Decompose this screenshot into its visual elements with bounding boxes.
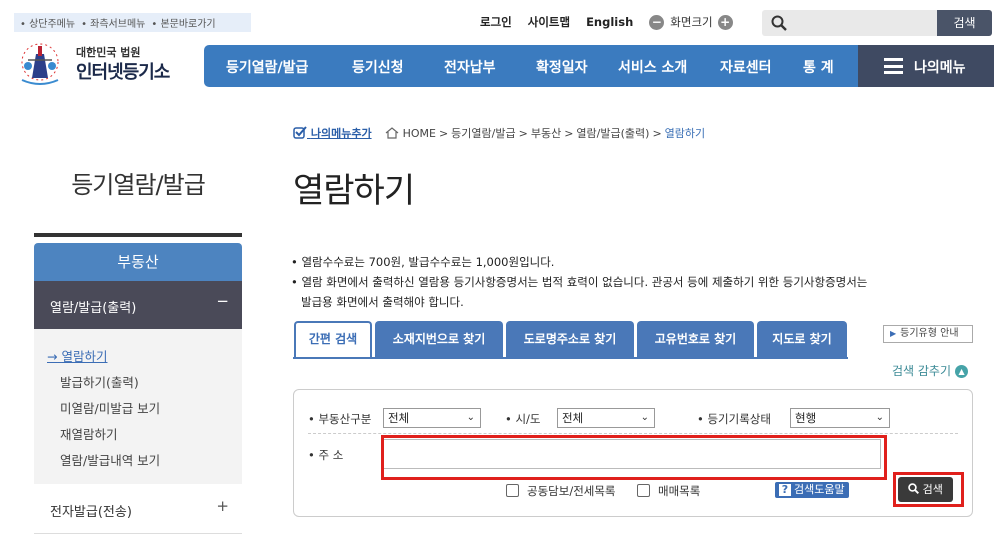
court-emblem-icon bbox=[21, 43, 59, 85]
breadcrumb: 나의메뉴추가 HOME > 등기열람/발급 > 부동산 > 열람/발급(출력) … bbox=[293, 125, 705, 141]
breadcrumb-separator: > bbox=[438, 126, 449, 140]
top-search-box: 검색 bbox=[762, 10, 992, 36]
english-link[interactable]: English bbox=[586, 15, 633, 29]
question-icon: ? bbox=[779, 484, 791, 496]
lnb-section-view-issue[interactable]: 열람/발급(출력) − bbox=[34, 281, 242, 329]
gnb-item-registry-view[interactable]: 등기열람/발급 bbox=[226, 57, 308, 77]
collapse-icon[interactable]: − bbox=[216, 292, 229, 310]
registry-type-guide-button[interactable]: ▶ 등기유형 안내 bbox=[883, 325, 973, 343]
chevron-down-icon: ⌄ bbox=[875, 412, 884, 423]
lnb-submenu: → 열람하기 발급하기(출력) 미열람/미발급 보기 재열람하기 열람/발급내역… bbox=[34, 329, 242, 484]
note-item-continued: 발급용 화면에서 출력해야 합니다. bbox=[301, 295, 464, 309]
record-status-label: • 등기기록상태 bbox=[697, 412, 771, 426]
sitemap-link[interactable]: 사이트맵 bbox=[528, 14, 570, 30]
property-type-select[interactable]: 전체 ⌄ bbox=[383, 408, 481, 428]
lnb-section2-label: 전자발급(전송) bbox=[50, 505, 132, 520]
hamburger-icon bbox=[884, 58, 903, 74]
add-my-menu-link[interactable]: 나의메뉴추가 bbox=[293, 125, 372, 141]
lnb-item-history[interactable]: 열람/발급내역 보기 bbox=[60, 450, 160, 469]
breadcrumb-separator: > bbox=[652, 126, 662, 140]
home-icon bbox=[385, 127, 398, 139]
gnb-item-statistics[interactable]: 통 계 bbox=[803, 57, 834, 77]
chevron-down-icon: ⌄ bbox=[466, 412, 475, 423]
region-select[interactable]: 전체 ⌄ bbox=[557, 408, 655, 428]
top-search-button[interactable]: 검색 bbox=[937, 10, 992, 36]
arrow-icon: → bbox=[47, 349, 58, 364]
note-item: • 열람 화면에서 출력하신 열람용 등기사항증명서는 법적 효력이 없습니다.… bbox=[291, 275, 868, 289]
font-size-label: 화면크기 bbox=[670, 15, 713, 29]
skip-link-sub-menu[interactable]: • 좌측서브메뉴 bbox=[81, 15, 145, 30]
expand-icon[interactable]: + bbox=[216, 497, 229, 515]
address-highlight-box bbox=[381, 435, 887, 480]
lnb-divider bbox=[34, 233, 242, 237]
form-divider bbox=[308, 433, 958, 434]
site-logo[interactable]: 대한민국 법원 인터넷등기소 bbox=[14, 38, 194, 90]
skip-link-content[interactable]: • 본문바로가기 bbox=[151, 15, 215, 30]
lnb-section-e-issue[interactable]: 전자발급(전송) + bbox=[34, 484, 242, 534]
chevron-up-icon: ▲ bbox=[955, 365, 969, 378]
gnb-item-registry-apply[interactable]: 등기신청 bbox=[352, 57, 404, 77]
tab-road-address[interactable]: 도로명주소로 찾기 bbox=[506, 321, 634, 357]
my-menu-label: 나의메뉴 bbox=[914, 60, 966, 76]
breadcrumb-home[interactable]: HOME bbox=[403, 127, 436, 140]
skip-navigation: • 상단주메뉴 • 좌측서브메뉴 • 본문바로가기 bbox=[14, 13, 251, 32]
gnb-item-data-center[interactable]: 자료센터 bbox=[720, 57, 772, 77]
breadcrumb-separator: > bbox=[518, 126, 528, 140]
hide-search-toggle[interactable]: 검색 감추기 ▲ bbox=[892, 362, 969, 379]
chevron-down-icon: ⌄ bbox=[640, 412, 649, 423]
checkbox-check-icon bbox=[293, 126, 307, 139]
lnb-item-unviewed[interactable]: 미열람/미발급 보기 bbox=[60, 398, 160, 417]
breadcrumb-view-issue[interactable]: 열람/발급(출력) bbox=[576, 125, 649, 141]
address-label: • 주 소 bbox=[308, 448, 344, 462]
page-title: 열람하기 bbox=[293, 171, 415, 211]
zoom-out-icon[interactable]: − bbox=[649, 14, 665, 30]
lnb-title: 등기열람/발급 bbox=[71, 171, 206, 199]
search-icon bbox=[908, 483, 920, 494]
search-button[interactable]: 검색 bbox=[898, 477, 953, 502]
sale-list-label: 매매목록 bbox=[658, 484, 701, 498]
tab-map[interactable]: 지도로 찾기 bbox=[757, 321, 847, 357]
lnb-item-review[interactable]: 재열람하기 bbox=[60, 424, 118, 443]
gnb-item-fixed-date[interactable]: 확정일자 bbox=[536, 57, 588, 77]
breadcrumb-registry[interactable]: 등기열람/발급 bbox=[451, 125, 515, 141]
breadcrumb-real-estate[interactable]: 부동산 bbox=[531, 125, 561, 141]
search-icon bbox=[771, 15, 787, 31]
tab-lot-number[interactable]: 소재지번으로 찾기 bbox=[375, 321, 503, 357]
joint-collateral-checkbox[interactable] bbox=[506, 484, 519, 497]
gnb-item-e-payment[interactable]: 전자납부 bbox=[444, 57, 496, 77]
breadcrumb-current: 열람하기 bbox=[664, 127, 706, 140]
region-label: • 시/도 bbox=[505, 412, 541, 426]
tab-underline bbox=[293, 357, 848, 359]
lnb-header-real-estate[interactable]: 부동산 bbox=[34, 243, 242, 281]
tab-simple-search[interactable]: 간편 검색 bbox=[294, 321, 372, 357]
sale-list-checkbox[interactable] bbox=[637, 484, 650, 497]
lnb-item-view[interactable]: → 열람하기 bbox=[47, 346, 107, 365]
login-link[interactable]: 로그인 bbox=[480, 14, 512, 30]
top-search-input[interactable] bbox=[794, 13, 934, 33]
zoom-in-icon[interactable]: + bbox=[717, 14, 733, 30]
note-item: • 열람수수료는 700원, 발급수수료는 1,000원입니다. bbox=[291, 255, 555, 269]
my-menu-button[interactable]: 나의메뉴 bbox=[858, 45, 994, 87]
breadcrumb-separator: > bbox=[564, 126, 574, 140]
skip-link-main-menu[interactable]: • 상단주메뉴 bbox=[20, 15, 75, 30]
lnb-item-issue-print[interactable]: 발급하기(출력) bbox=[60, 372, 139, 391]
gnb-item-service-intro[interactable]: 서비스 소개 bbox=[618, 57, 687, 77]
main-navigation: 등기열람/발급 등기신청 전자납부 확정일자 서비스 소개 자료센터 통 계 bbox=[204, 45, 858, 87]
property-type-label: • 부동산구분 bbox=[308, 412, 372, 426]
tab-unique-number[interactable]: 고유번호로 찾기 bbox=[637, 321, 754, 357]
lnb-section-label: 열람/발급(출력) bbox=[50, 301, 137, 316]
search-help-button[interactable]: ? 검색도움말 bbox=[775, 482, 849, 498]
utility-bar: 로그인 사이트맵 English − 화면크기 + bbox=[480, 13, 733, 31]
triangle-right-icon: ▶ bbox=[890, 329, 897, 338]
logo-title: 인터넷등기소 bbox=[76, 62, 170, 83]
fee-notes: • 열람수수료는 700원, 발급수수료는 1,000원입니다. • 열람 화면… bbox=[291, 252, 867, 312]
joint-collateral-label: 공동담보/전세목록 bbox=[527, 484, 616, 498]
record-status-select[interactable]: 현행 ⌄ bbox=[790, 408, 890, 428]
